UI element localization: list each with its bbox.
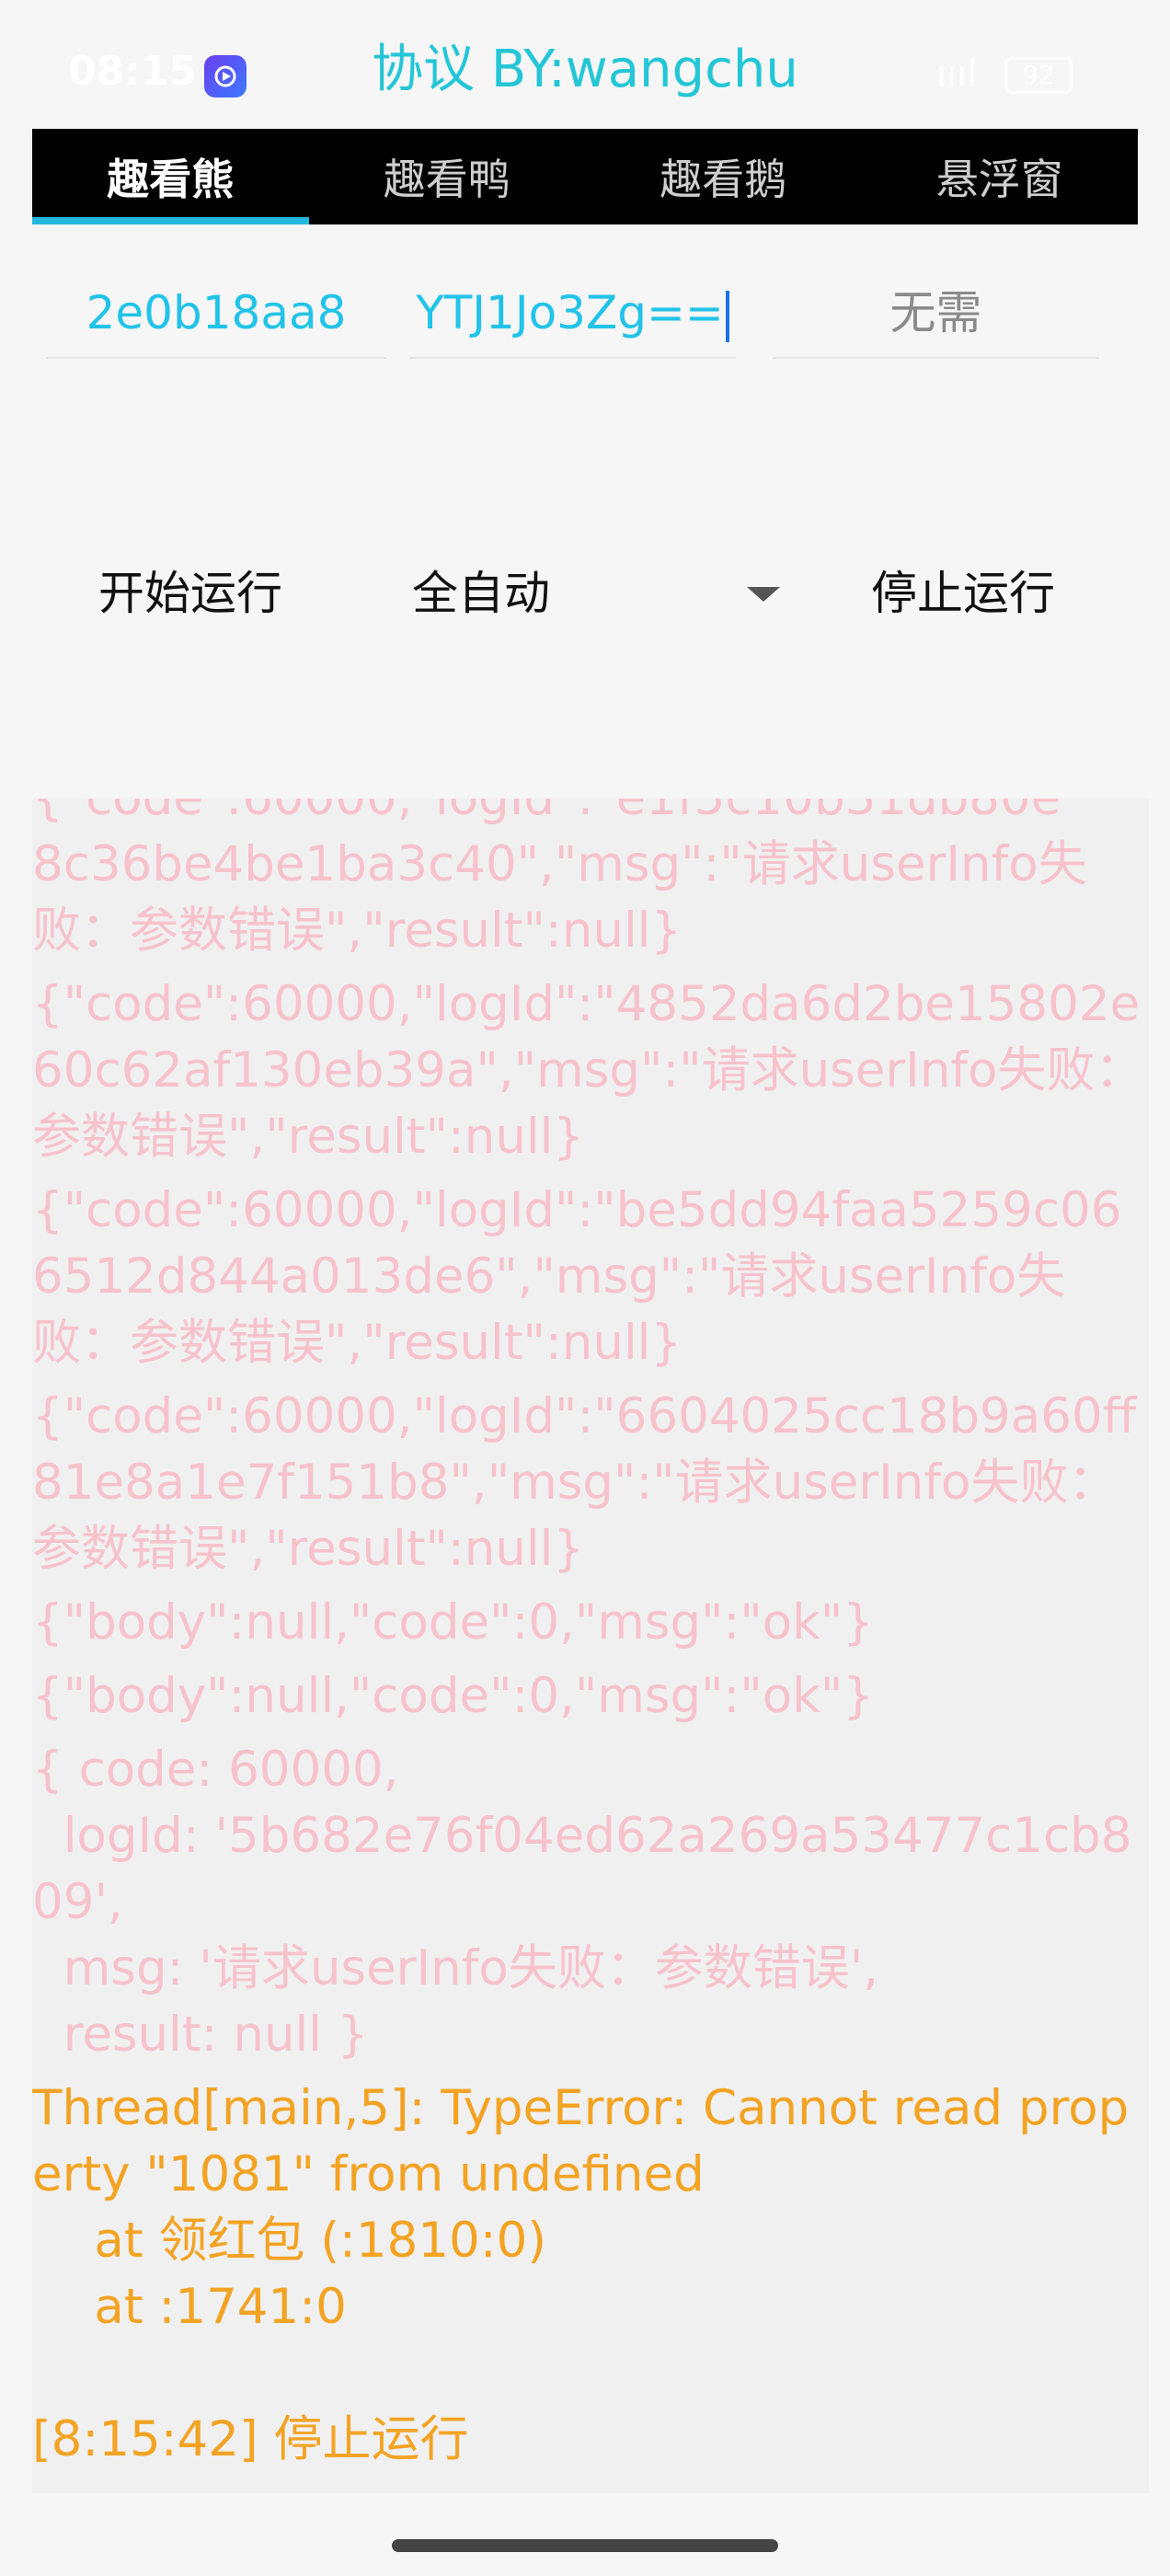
start-button[interactable]: 开始运行 xyxy=(98,543,282,644)
signal-icon: ıııl xyxy=(936,53,978,96)
stop-log-line: [8:15:42] 停止运行 xyxy=(32,2411,469,2467)
log-line: {"code":60000,"logId":"be5dd94faa5259c06… xyxy=(32,1182,1122,1371)
log-line: {"body":null,"code":0,"msg":"ok"} xyxy=(32,1594,874,1650)
token-field-2-value: YTJ1Jo3Zg== xyxy=(416,286,724,339)
battery-icon: 92 xyxy=(1004,57,1072,94)
error-log-line: Thread[main,5]: TypeError: Cannot read p… xyxy=(32,2080,1130,2335)
token-field-1[interactable]: 2e0b18aa8 xyxy=(46,267,386,359)
tab-qukane[interactable]: 趣看鹅 xyxy=(585,129,862,224)
log-content: {"code":60000,"logId":"e1f5c10b31db80e 8… xyxy=(32,799,1145,2480)
token-field-2[interactable]: YTJ1Jo3Zg== xyxy=(409,267,736,359)
tab-qukanxiong[interactable]: 趣看熊 xyxy=(32,129,309,224)
status-bar: 08:15 协议 BY:wangchu ıııl 92 xyxy=(0,0,1170,129)
stop-button[interactable]: 停止运行 xyxy=(871,543,1055,644)
mode-select-value: 全自动 xyxy=(412,567,550,620)
tab-bar: 趣看熊 趣看鸭 趣看鹅 悬浮窗 xyxy=(32,129,1138,224)
dropdown-arrow-icon xyxy=(747,587,780,602)
log-line: {"code":60000,"logId":"e1f5c10b31db80e 8… xyxy=(32,799,1087,959)
tab-floating-window[interactable]: 悬浮窗 xyxy=(862,129,1139,224)
token-field-3-value: 无需 xyxy=(889,286,982,339)
text-cursor xyxy=(725,290,729,342)
log-line: { code: 60000, logId: '5b682e76f04ed62a2… xyxy=(32,1742,1132,2063)
inputs-row: 2e0b18aa8 YTJ1Jo3Zg== 无需 xyxy=(32,267,1138,368)
log-panel[interactable]: {"code":60000,"logId":"e1f5c10b31db80e 8… xyxy=(32,799,1149,2493)
log-line: {"body":null,"code":0,"msg":"ok"} xyxy=(32,1668,874,1724)
mode-select[interactable]: 全自动 xyxy=(412,543,780,644)
log-line: {"code":60000,"logId":"4852da6d2be15802e… xyxy=(32,976,1144,1165)
home-indicator[interactable] xyxy=(392,2539,778,2552)
log-line: {"code":60000,"logId":"6604025cc18b9a60f… xyxy=(32,1388,1137,1577)
controls-row: 开始运行 全自动 停止运行 xyxy=(32,543,1138,644)
app-title: 协议 BY:wangchu xyxy=(372,40,798,99)
token-field-3[interactable]: 无需 xyxy=(773,267,1099,359)
token-field-1-value: 2e0b18aa8 xyxy=(86,286,347,339)
tab-qukanya[interactable]: 趣看鸭 xyxy=(309,129,586,224)
